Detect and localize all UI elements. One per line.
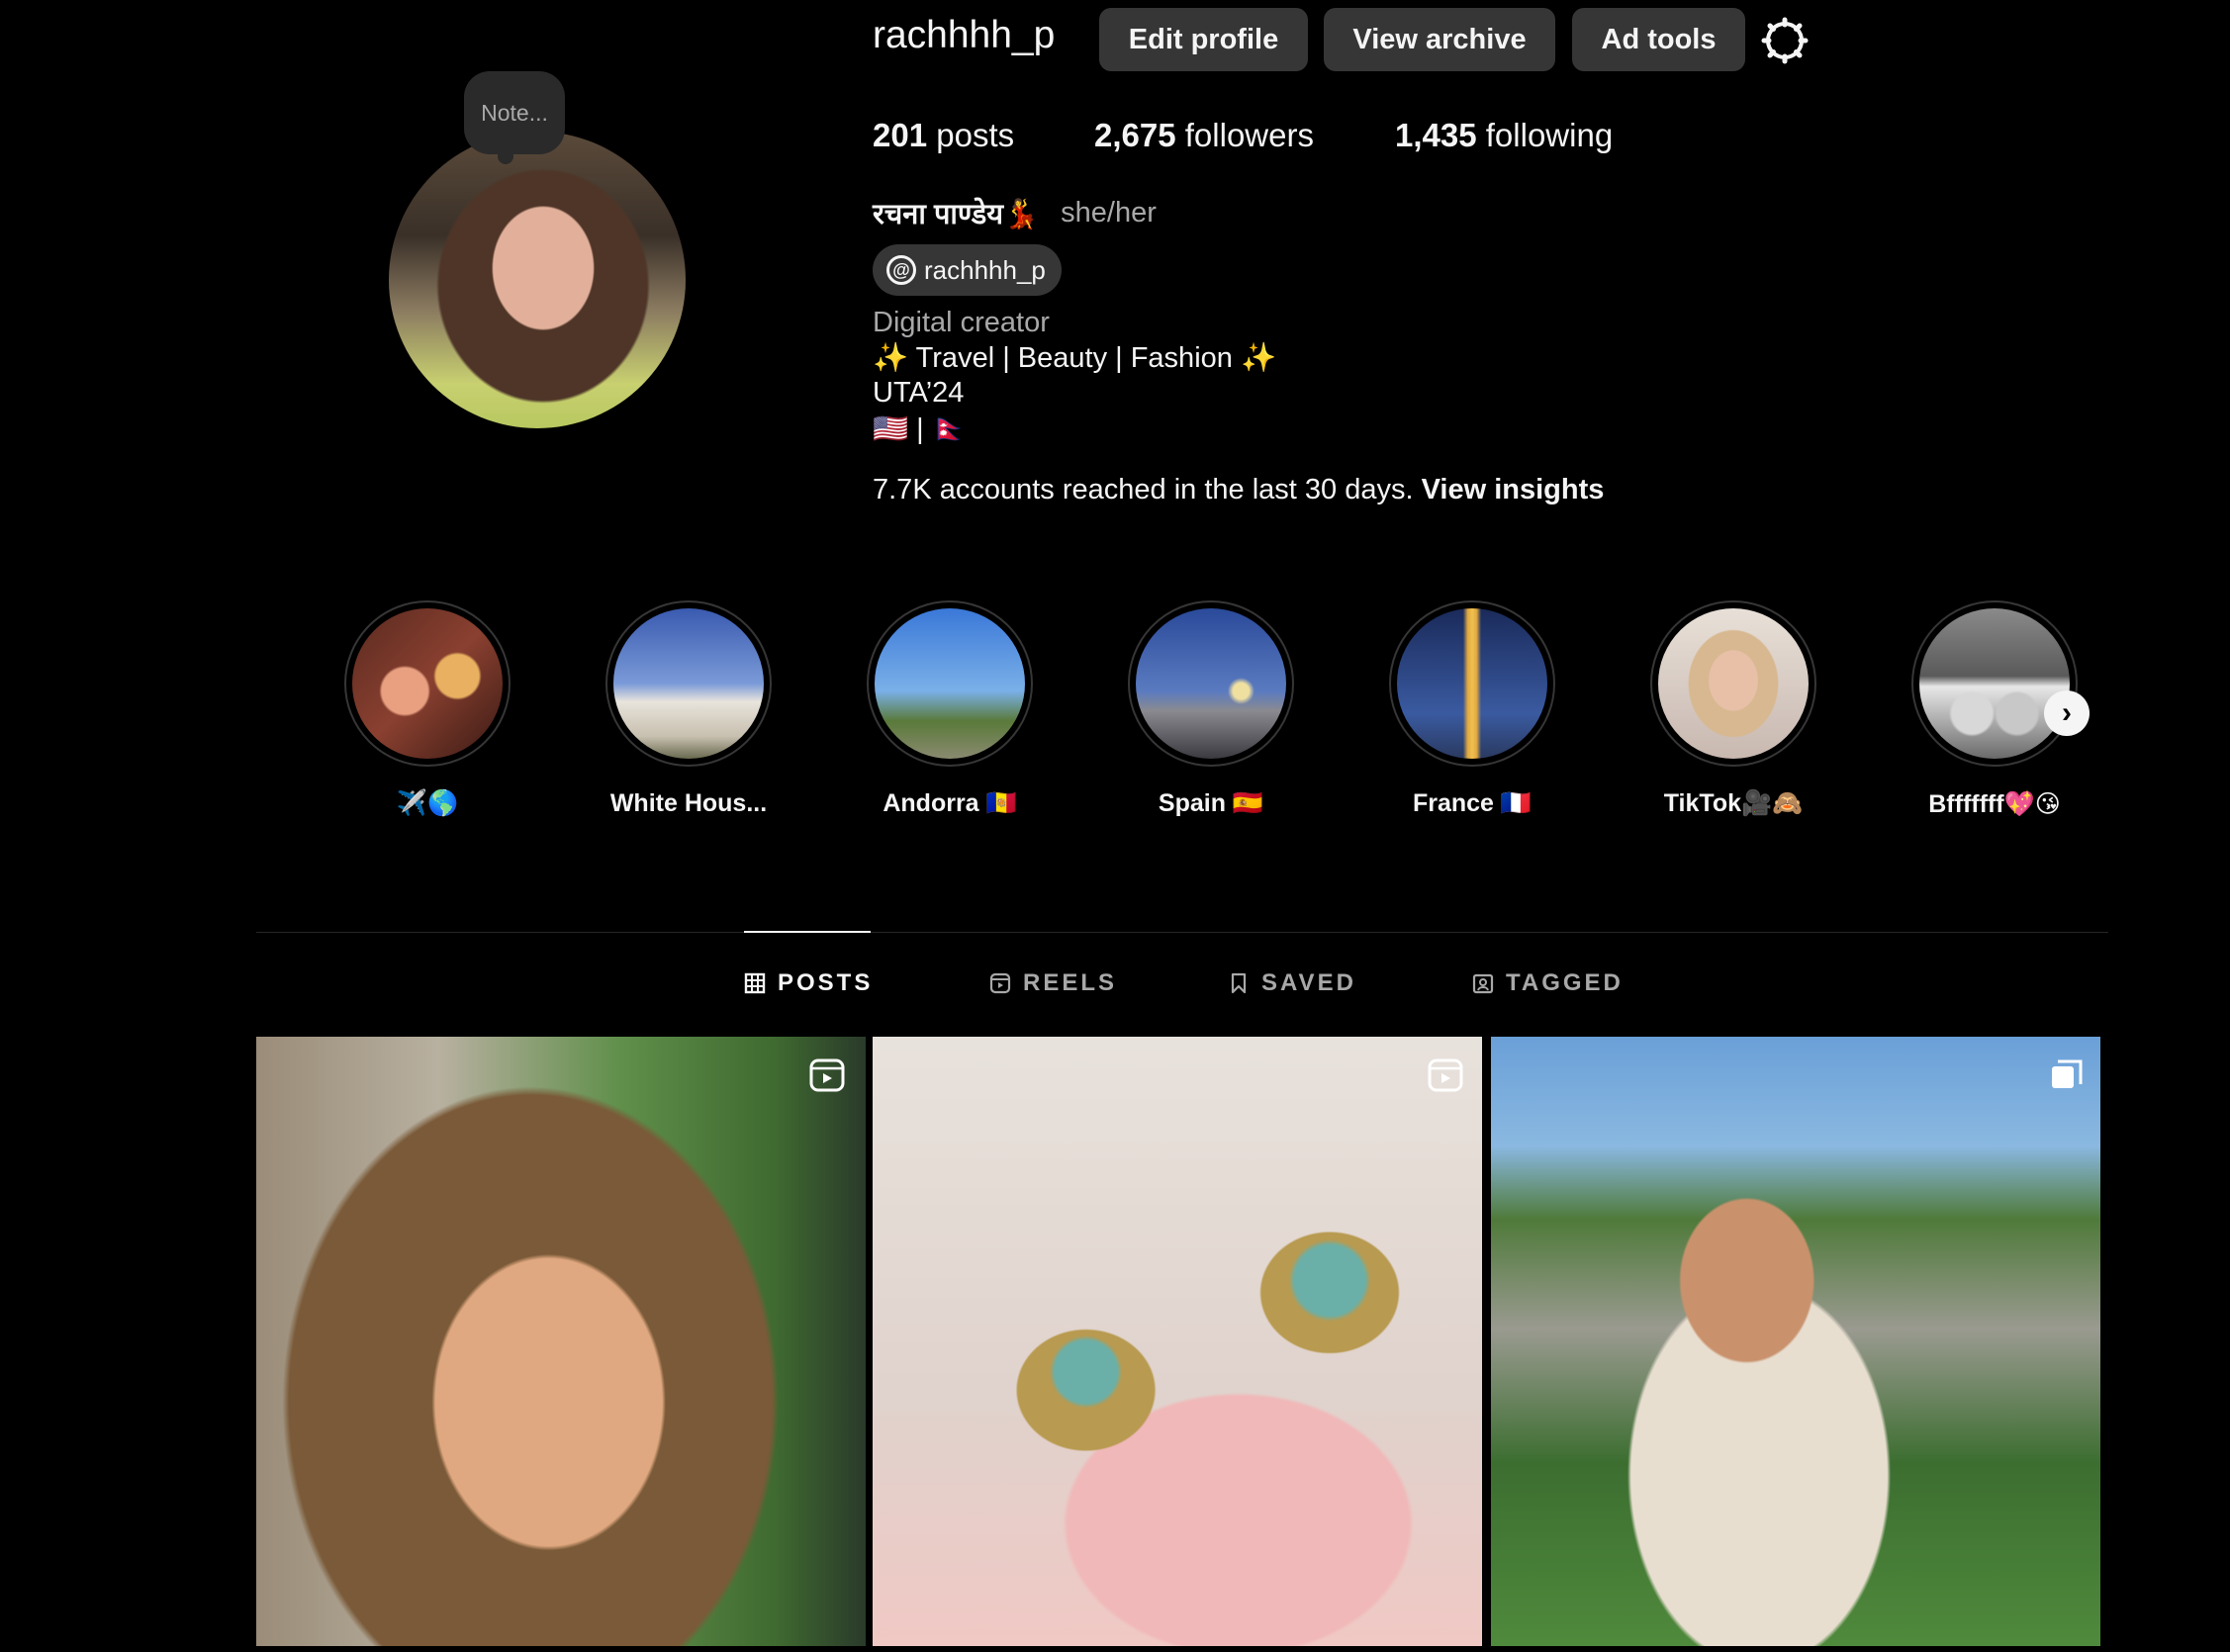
- full-name: रचना पाण्डेय💃: [873, 199, 1040, 230]
- highlight-label: Spain 🇪🇸: [1158, 789, 1264, 817]
- posts-count-value: 201: [873, 117, 928, 153]
- highlight-circle[interactable]: [1650, 600, 1816, 767]
- post-thumbnail[interactable]: [256, 1037, 866, 1646]
- posts-count-label: posts: [936, 117, 1015, 153]
- reels-icon: [989, 972, 1011, 994]
- highlight-circle[interactable]: [867, 600, 1033, 767]
- grid-icon: [744, 972, 766, 994]
- followers-link[interactable]: 2,675 followers: [1094, 117, 1314, 154]
- avatar[interactable]: [389, 132, 686, 428]
- note-bubble[interactable]: Note...: [464, 71, 565, 164]
- tab-saved[interactable]: SAVED: [1228, 969, 1356, 997]
- following-count-label: following: [1485, 117, 1614, 153]
- tab-reels[interactable]: REELS: [989, 969, 1117, 997]
- edit-profile-button[interactable]: Edit profile: [1099, 8, 1308, 71]
- tab-posts[interactable]: POSTS: [744, 969, 873, 997]
- highlight-label: France 🇫🇷: [1412, 789, 1533, 817]
- bio-line: UTA’24: [873, 377, 965, 409]
- highlight-cover: [1397, 608, 1547, 759]
- highlight-label: ✈️🌎: [396, 789, 459, 817]
- tab-saved-label: SAVED: [1261, 969, 1356, 996]
- insights-text: 7.7K accounts reached in the last 30 day…: [873, 474, 1414, 505]
- highlight-circle[interactable]: [1389, 600, 1555, 767]
- tab-posts-label: POSTS: [778, 969, 874, 996]
- bio-line: ✨ Travel | Beauty | Fashion ✨: [873, 342, 1277, 374]
- carousel-icon: [2052, 1059, 2083, 1088]
- highlight-cover: [875, 608, 1025, 759]
- highlight-cover: [1658, 608, 1809, 759]
- highlight-cover: [1919, 608, 2070, 759]
- threads-handle: rachhhh_p: [924, 254, 1046, 285]
- view-archive-button[interactable]: View archive: [1324, 8, 1555, 71]
- followers-count-value: 2,675: [1094, 117, 1176, 153]
- post-thumbnail[interactable]: [1491, 1037, 2100, 1646]
- pronouns: she/her: [1061, 197, 1157, 229]
- highlight-cover: [1136, 608, 1286, 759]
- view-insights-link[interactable]: View insights: [1422, 474, 1605, 505]
- highlight-label: Andorra 🇦🇩: [883, 789, 1017, 817]
- highlight-label: White Hous...: [609, 789, 768, 817]
- highlight-circle[interactable]: [1911, 600, 2078, 767]
- following-count-value: 1,435: [1395, 117, 1477, 153]
- tab-tagged[interactable]: TAGGED: [1472, 969, 1624, 997]
- category-label: Digital creator: [873, 307, 1050, 338]
- highlight-label: Bfffffff💖😘: [1928, 790, 2061, 818]
- gear-icon[interactable]: [1761, 17, 1809, 64]
- tab-reels-label: REELS: [1023, 969, 1118, 996]
- following-link[interactable]: 1,435 following: [1395, 117, 1613, 154]
- reel-icon: [1428, 1058, 1463, 1092]
- tagged-icon: [1472, 973, 1494, 994]
- highlight-circle[interactable]: [1128, 600, 1294, 767]
- posts-count: 201 posts: [873, 117, 1014, 154]
- tabs-divider: [256, 932, 2108, 933]
- followers-count-label: followers: [1184, 117, 1314, 153]
- threads-badge[interactable]: @ rachhhh_p: [873, 244, 1062, 296]
- profile-username: rachhhh_p: [873, 14, 1056, 56]
- ad-tools-button[interactable]: Ad tools: [1572, 8, 1745, 71]
- name-row: रचना पाण्डेय💃 she/her: [873, 194, 1157, 232]
- highlight-cover: [352, 608, 503, 759]
- bookmark-icon: [1231, 972, 1247, 994]
- active-tab-indicator: [744, 931, 871, 933]
- reel-icon: [809, 1058, 845, 1092]
- highlight-circle[interactable]: [344, 600, 511, 767]
- tab-tagged-label: TAGGED: [1506, 969, 1624, 996]
- highlight-label: TikTok🎥🙈: [1663, 789, 1804, 817]
- post-thumbnail[interactable]: [873, 1037, 1482, 1646]
- highlight-circle[interactable]: [605, 600, 772, 767]
- threads-icon: @: [886, 255, 916, 285]
- bio-line: 🇺🇸 | 🇳🇵: [873, 413, 968, 445]
- highlight-cover: [613, 608, 764, 759]
- chevron-right-icon[interactable]: ›: [2044, 690, 2090, 736]
- insights-row: 7.7K accounts reached in the last 30 day…: [873, 474, 1604, 506]
